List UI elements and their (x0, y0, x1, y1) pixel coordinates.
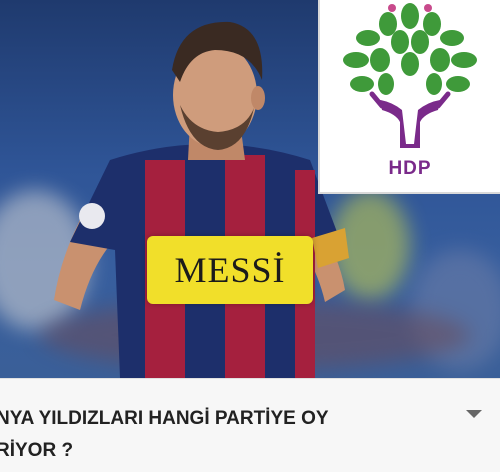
chevron-down-icon[interactable] (466, 410, 482, 418)
hdp-tree-logo-icon (343, 3, 477, 148)
party-logo-text: HDP (388, 158, 432, 179)
party-logo-card: HDP (318, 0, 500, 194)
player-name-badge: MESSİ (147, 236, 313, 304)
video-thumbnail[interactable]: MESSİ HDP (0, 0, 500, 378)
video-title-bar[interactable]: NYA YILDIZLARI HANGİ PARTİYE OY RİYOR ? (0, 378, 500, 472)
video-title: NYA YILDIZLARI HANGİ PARTİYE OY RİYOR ? (0, 408, 329, 461)
player-name: MESSİ (174, 250, 286, 290)
